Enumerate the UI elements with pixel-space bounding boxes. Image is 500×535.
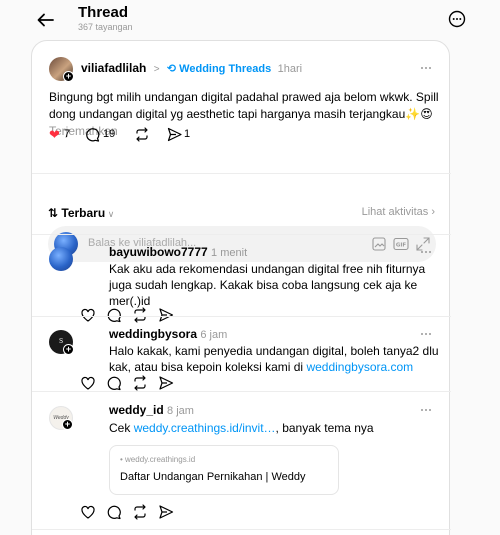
comment-actions [80, 375, 180, 391]
repost-icon[interactable] [134, 127, 150, 142]
like-icon[interactable] [80, 504, 96, 520]
page-title: Thread [78, 4, 129, 21]
follow-plus-icon[interactable]: + [62, 419, 73, 430]
community-link[interactable]: ⟲ Wedding Threads [167, 63, 271, 75]
post-actions: ❤ 7 19 1 [49, 127, 249, 143]
comment-more-icon[interactable] [421, 251, 435, 255]
comment-avatar[interactable]: Weddy + [49, 406, 73, 430]
comment-avatar[interactable]: S + [49, 330, 74, 355]
comment-count: 19 [103, 128, 116, 140]
repost-icon[interactable] [132, 375, 148, 391]
post-time: 1hari [277, 63, 303, 75]
comment-username[interactable]: bayuwibowo7777 [109, 245, 208, 259]
comment-icon[interactable] [106, 504, 122, 520]
comment-actions [80, 504, 180, 520]
comment-more-icon[interactable] [421, 409, 435, 413]
comment-text: Halo kakak, kami penyedia undangan digit… [109, 344, 439, 374]
share-count: 1 [184, 128, 191, 140]
sort-dropdown[interactable]: ⇅ Terbaru ∨ [48, 206, 114, 220]
comment-time: 6 jam [200, 329, 228, 341]
sort-icon: ⇅ [48, 206, 62, 220]
comment-text: Kak aku ada rekomendasi undangan digital… [109, 262, 426, 308]
view-activity-link[interactable]: Lihat aktivitas › [362, 206, 435, 218]
share-icon[interactable] [167, 127, 182, 142]
divider [32, 529, 451, 530]
link-preview-card[interactable]: • weddy.creathings.id Daftar Undangan Pe… [109, 445, 339, 495]
comment-item: bayuwibowo7777 1 menit Kak aku ada rekom… [32, 234, 451, 308]
post-more-icon[interactable] [421, 67, 435, 71]
like-filled-icon[interactable]: ❤ [49, 127, 60, 143]
chevron-down-icon: ∨ [105, 209, 115, 219]
share-icon[interactable] [158, 504, 174, 520]
comment-time: 8 jam [167, 405, 194, 417]
main-post: + viliafadlilah > ⟲ Wedding Threads 1har… [32, 41, 451, 174]
post-username[interactable]: viliafadlilah [81, 61, 146, 75]
comment-text: Cek weddy.creathings.id/invit…, banyak t… [109, 421, 374, 435]
repost-icon[interactable] [132, 504, 148, 520]
comment-time: 1 menit [211, 247, 248, 259]
top-bar: Thread 367 tayangan [0, 0, 500, 40]
share-icon[interactable] [158, 375, 174, 391]
comment-username[interactable]: weddy_id [109, 403, 164, 417]
invitation-link[interactable]: weddy.creathings.id/invit… [134, 421, 276, 435]
breadcrumb-separator: > [153, 64, 160, 75]
preview-title: Daftar Undangan Pernikahan | Weddy [120, 471, 306, 483]
like-count: 7 [64, 128, 71, 140]
website-link[interactable]: weddingbysora.com [306, 360, 413, 374]
comment-icon[interactable] [106, 375, 122, 391]
thread-card: + viliafadlilah > ⟲ Wedding Threads 1har… [31, 40, 451, 535]
follow-plus-icon[interactable]: + [63, 71, 74, 82]
more-options-icon[interactable] [448, 10, 466, 28]
comment-more-icon[interactable] [421, 333, 435, 337]
community-icon: ⟲ [166, 63, 180, 75]
comment-username[interactable]: weddingbysora [109, 327, 197, 341]
back-arrow-icon[interactable] [36, 10, 56, 30]
like-icon[interactable] [80, 375, 96, 391]
comment-avatar[interactable] [49, 247, 73, 271]
preview-domain: • weddy.creathings.id [120, 455, 196, 464]
view-count: 367 tayangan [78, 22, 133, 32]
comment-icon[interactable] [85, 127, 100, 142]
follow-plus-icon[interactable]: + [63, 344, 74, 355]
sort-bar: ⇅ Terbaru ∨ Lihat aktivitas › [48, 205, 435, 223]
chevron-right-icon: › [428, 206, 435, 218]
avatar[interactable]: + [49, 57, 74, 82]
